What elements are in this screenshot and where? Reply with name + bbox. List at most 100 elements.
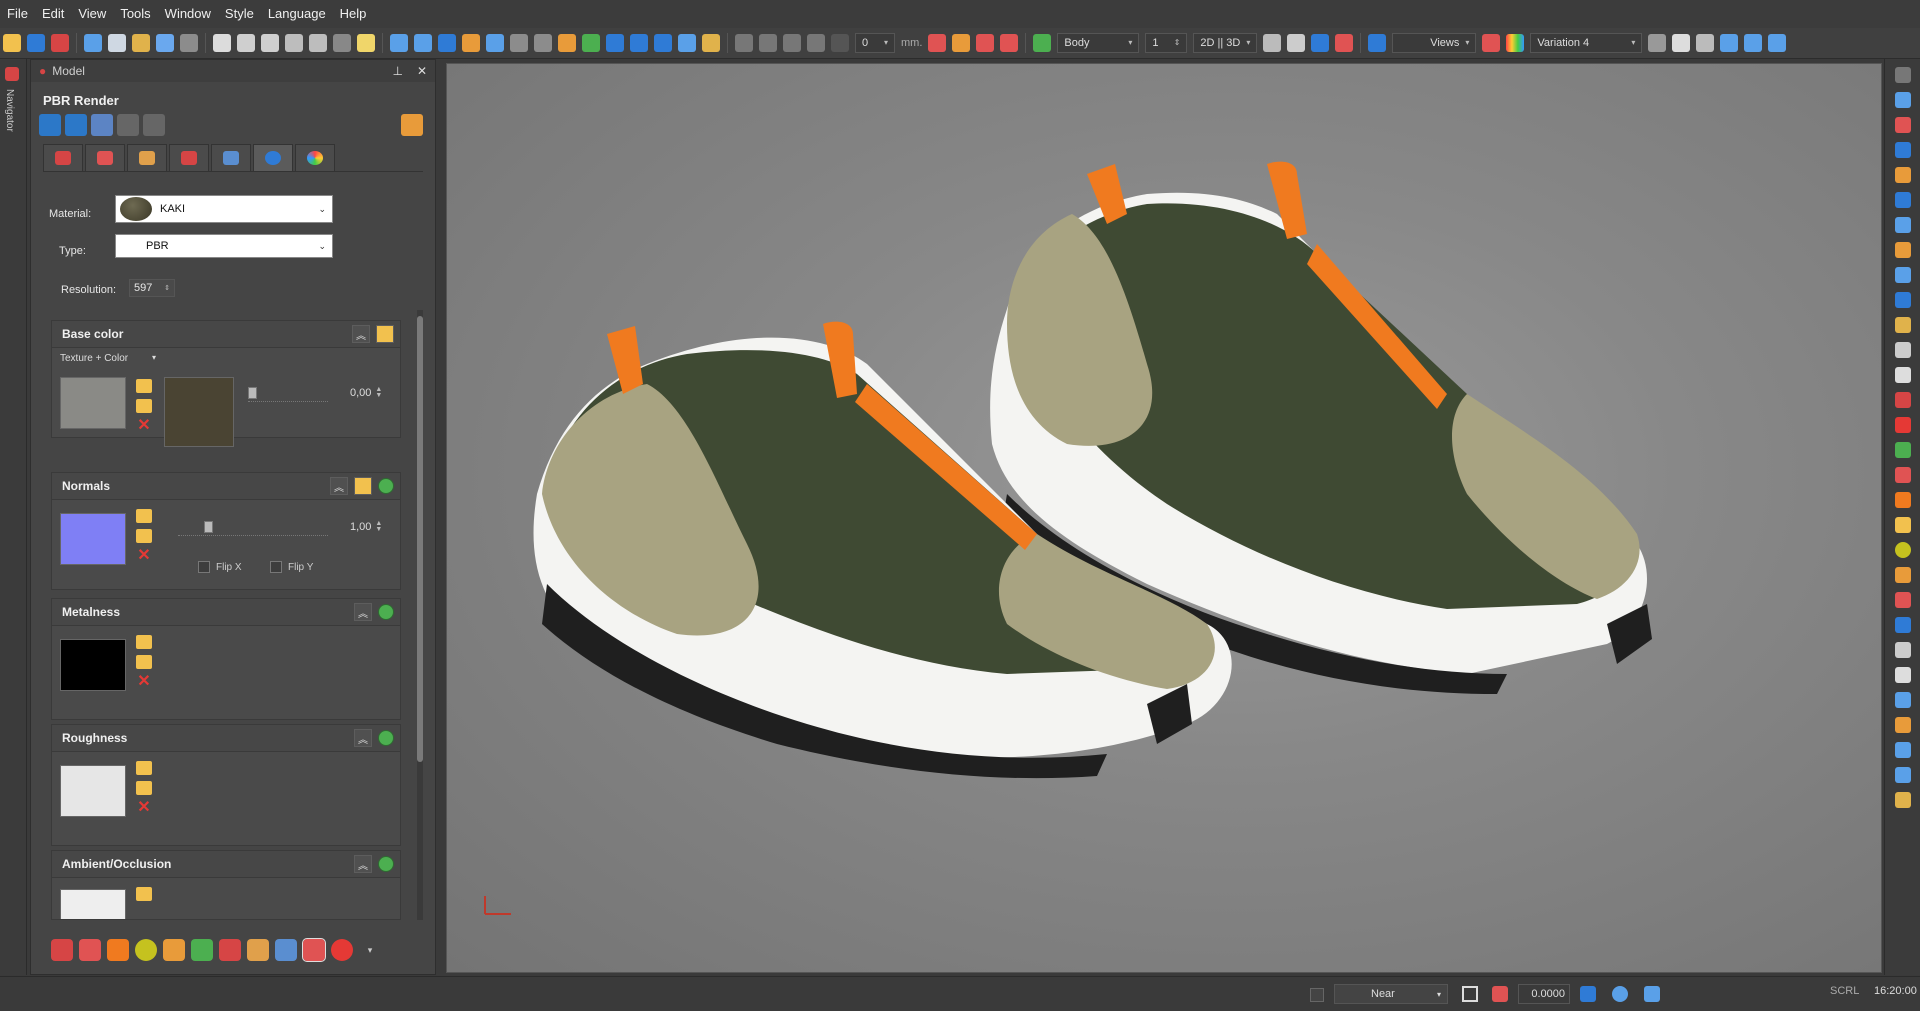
frame-icon[interactable] [582, 34, 600, 52]
normal-map-swatch[interactable] [60, 513, 126, 565]
render-tool-icon[interactable] [219, 939, 241, 961]
view-red-icon[interactable] [1895, 417, 1911, 433]
remove-icon[interactable]: ✕ [136, 800, 152, 816]
redo-icon[interactable] [180, 34, 198, 52]
pick-material-icon[interactable] [39, 114, 61, 136]
frame-icon[interactable] [1462, 986, 1478, 1002]
base-color-value[interactable]: 0,00 ▲ ▼ [350, 386, 382, 399]
variation-select[interactable]: Variation 4 ▾ [1530, 33, 1643, 53]
view-panel-icon[interactable] [1895, 242, 1911, 258]
view-edge-icon[interactable] [1895, 567, 1911, 583]
view-heel-icon[interactable] [1895, 517, 1911, 533]
measure-icon[interactable] [735, 34, 753, 52]
tab-camera[interactable] [211, 144, 251, 171]
menu-language[interactable]: Language [261, 0, 333, 28]
material-library-icon[interactable] [401, 114, 423, 136]
light-bulb-icon[interactable] [357, 34, 375, 52]
thickness-input[interactable]: 0 ▾ [855, 33, 895, 53]
ao-map-swatch[interactable] [60, 889, 126, 919]
gallery-icon[interactable] [1768, 34, 1787, 52]
view-layers-icon[interactable] [1895, 167, 1911, 183]
undo-icon[interactable] [156, 34, 174, 52]
load-folder-icon[interactable] [136, 399, 152, 413]
rotate-icon[interactable] [486, 34, 504, 52]
flip-x-checkbox[interactable]: Flip X [198, 561, 242, 573]
slider-knob[interactable] [204, 521, 213, 533]
tab-material-sphere[interactable] [253, 144, 293, 171]
collapse-chevron-icon[interactable]: ︽ [354, 729, 372, 747]
view-light-icon[interactable] [1895, 667, 1911, 683]
3d-viewport[interactable] [446, 63, 1882, 973]
pan-hand-icon[interactable] [84, 34, 102, 52]
view-paste-icon[interactable] [1895, 367, 1911, 383]
menu-help[interactable]: Help [333, 0, 374, 28]
shoe-tool-icon[interactable] [51, 939, 73, 961]
expand-all-icon[interactable] [143, 114, 165, 136]
menu-view[interactable]: View [71, 0, 113, 28]
metalness-map-swatch[interactable] [60, 639, 126, 691]
normals-slider[interactable] [178, 535, 328, 537]
checkbox-box[interactable] [198, 561, 210, 573]
open-folder-icon[interactable] [136, 887, 152, 901]
enabled-indicator-icon[interactable] [378, 604, 394, 620]
load-folder-icon[interactable] [136, 655, 152, 669]
roughness-map-swatch[interactable] [60, 765, 126, 817]
enabled-indicator-icon[interactable] [378, 856, 394, 872]
cut-icon[interactable] [237, 34, 255, 52]
measure-tool-icon[interactable] [928, 34, 947, 52]
menu-file[interactable]: File [0, 0, 35, 28]
edit-tool-icon[interactable] [191, 939, 213, 961]
view-blue-icon[interactable] [1895, 617, 1911, 633]
status-box-icon[interactable] [1310, 988, 1324, 1002]
view-sole-icon[interactable] [1895, 467, 1911, 483]
lace-tool-icon[interactable] [135, 939, 157, 961]
paste-icon[interactable] [285, 34, 303, 52]
render-icon[interactable] [1482, 34, 1501, 52]
view-render-icon[interactable] [1895, 392, 1911, 408]
chain-icon[interactable] [510, 34, 528, 52]
square-icon[interactable] [807, 34, 825, 52]
view-measure-icon[interactable] [1895, 767, 1911, 783]
scrollbar-thumb[interactable] [417, 316, 423, 762]
menu-style[interactable]: Style [218, 0, 261, 28]
resolution-input[interactable]: 597 ⇕ [129, 279, 175, 297]
base-color-color-swatch[interactable] [164, 377, 234, 447]
save-as-icon[interactable] [51, 34, 69, 52]
enabled-indicator-icon[interactable] [378, 478, 394, 494]
checkbox-box[interactable] [270, 561, 282, 573]
more-dropdown-icon[interactable]: ▾ [359, 939, 381, 961]
coordinate-field[interactable]: 0.0000 [1518, 984, 1570, 1004]
layer-stack-icon[interactable] [1263, 34, 1282, 52]
shoe-blue-icon[interactable] [1311, 34, 1330, 52]
view-axis-icon[interactable] [1895, 742, 1911, 758]
tab-image[interactable] [85, 144, 125, 171]
grid-icon[interactable] [976, 34, 995, 52]
arrow-icon[interactable] [630, 34, 648, 52]
stop-tool-icon[interactable] [331, 939, 353, 961]
target-icon[interactable] [438, 34, 456, 52]
panel-scrollbar[interactable] [417, 310, 423, 920]
menu-tools[interactable]: Tools [113, 0, 157, 28]
circle-icon[interactable] [783, 34, 801, 52]
base-color-texture-swatch[interactable] [60, 377, 126, 429]
view-copy-icon[interactable] [1895, 342, 1911, 358]
globe-icon[interactable] [1580, 986, 1596, 1002]
align-icon[interactable] [1287, 34, 1306, 52]
tools-icon[interactable] [132, 34, 150, 52]
enabled-indicator-icon[interactable] [378, 730, 394, 746]
view-mode-select[interactable]: 2D || 3D ▾ [1193, 33, 1258, 53]
save-icon[interactable] [27, 34, 45, 52]
assign-material-icon[interactable] [65, 114, 87, 136]
menu-edit[interactable]: Edit [35, 0, 71, 28]
shoe-red-icon[interactable] [1335, 34, 1354, 52]
open-folder-icon[interactable] [136, 761, 152, 775]
collapse-chevron-icon[interactable]: ︽ [330, 477, 348, 495]
home-icon[interactable] [376, 325, 394, 343]
open-folder-icon[interactable] [3, 34, 21, 52]
spline-tool-icon[interactable] [414, 34, 432, 52]
lock-icon[interactable] [558, 34, 576, 52]
tab-texture[interactable] [127, 144, 167, 171]
paint-brush-icon[interactable] [91, 114, 113, 136]
copy-icon[interactable] [261, 34, 279, 52]
snap-icon[interactable] [1492, 986, 1508, 1002]
